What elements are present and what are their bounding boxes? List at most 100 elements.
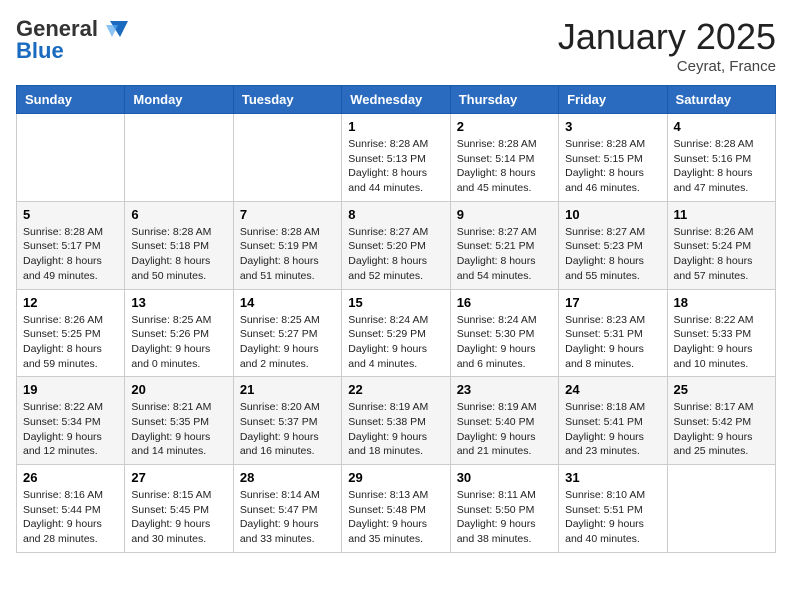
calendar-cell: 10 Sunrise: 8:27 AMSunset: 5:23 PMDayligh… <box>559 201 667 289</box>
calendar-header-row: SundayMondayTuesdayWednesdayThursdayFrid… <box>17 86 776 114</box>
calendar-cell: 16Sunrise: 8:24 AMSunset: 5:30 PMDayligh… <box>450 289 558 377</box>
day-info: Sunrise: 8:27 AMSunset: 5:20 PMDaylight:… <box>348 225 443 284</box>
calendar-table: SundayMondayTuesdayWednesdayThursdayFrid… <box>16 85 776 553</box>
day-number: 7 <box>240 207 335 222</box>
day-info: Sunrise: 8:28 AMSunset: 5:14 PMDaylight:… <box>457 137 552 196</box>
day-number: 19 <box>23 382 118 397</box>
day-info: Sunrise: 8:27 AMSunset: 5:23 PMDaylight:… <box>565 225 660 284</box>
calendar-cell: 9 Sunrise: 8:27 AMSunset: 5:21 PMDaylight… <box>450 201 558 289</box>
day-number: 21 <box>240 382 335 397</box>
day-info: Sunrise: 8:28 AMSunset: 5:19 PMDaylight:… <box>240 225 335 284</box>
day-header-saturday: Saturday <box>667 86 775 114</box>
calendar-cell: 2 Sunrise: 8:28 AMSunset: 5:14 PMDaylight… <box>450 114 558 202</box>
calendar-cell: 15 Sunrise: 8:24 AMSunset: 5:29 PMDayligh… <box>342 289 450 377</box>
day-number: 12 <box>23 295 118 310</box>
day-number: 26 <box>23 470 118 485</box>
calendar-week-row: 19 Sunrise: 8:22 AMSunset: 5:34 PMDayligh… <box>17 377 776 465</box>
day-info: Sunrise: 8:24 AMSunset: 5:30 PMDaylight:… <box>457 313 552 372</box>
day-number: 9 <box>457 207 552 222</box>
day-info: Sunrise: 8:16 AMSunset: 5:44 PMDaylight:… <box>23 488 118 547</box>
day-info: Sunrise: 8:22 AMSunset: 5:34 PMDaylight:… <box>23 400 118 459</box>
calendar-cell: 6Sunrise: 8:28 AMSunset: 5:18 PMDaylight… <box>125 201 233 289</box>
day-info: Sunrise: 8:28 AMSunset: 5:13 PMDaylight:… <box>348 137 443 196</box>
day-header-thursday: Thursday <box>450 86 558 114</box>
calendar-cell: 8Sunrise: 8:27 AMSunset: 5:20 PMDaylight… <box>342 201 450 289</box>
calendar-cell: 14 Sunrise: 8:25 AMSunset: 5:27 PMDayligh… <box>233 289 341 377</box>
day-number: 1 <box>348 119 443 134</box>
day-info: Sunrise: 8:18 AMSunset: 5:41 PMDaylight:… <box>565 400 660 459</box>
title-area: January 2025 Ceyrat, France <box>558 16 776 75</box>
calendar-cell: 4Sunrise: 8:28 AMSunset: 5:16 PMDaylight… <box>667 114 775 202</box>
day-info: Sunrise: 8:13 AMSunset: 5:48 PMDaylight:… <box>348 488 443 547</box>
day-number: 17 <box>565 295 660 310</box>
day-info: Sunrise: 8:23 AMSunset: 5:31 PMDaylight:… <box>565 313 660 372</box>
day-number: 29 <box>348 470 443 485</box>
day-number: 14 <box>240 295 335 310</box>
day-info: Sunrise: 8:28 AMSunset: 5:16 PMDaylight:… <box>674 137 769 196</box>
day-number: 18 <box>674 295 769 310</box>
calendar-cell: 18 Sunrise: 8:22 AMSunset: 5:33 PMDayligh… <box>667 289 775 377</box>
calendar-cell <box>17 114 125 202</box>
day-number: 20 <box>131 382 226 397</box>
day-info: Sunrise: 8:19 AMSunset: 5:38 PMDaylight:… <box>348 400 443 459</box>
day-number: 2 <box>457 119 552 134</box>
calendar-cell: 12Sunrise: 8:26 AMSunset: 5:25 PMDayligh… <box>17 289 125 377</box>
day-number: 13 <box>131 295 226 310</box>
calendar-cell: 31Sunrise: 8:10 AMSunset: 5:51 PMDayligh… <box>559 465 667 553</box>
day-info: Sunrise: 8:24 AMSunset: 5:29 PMDaylight:… <box>348 313 443 372</box>
logo-icon <box>100 17 130 41</box>
calendar-week-row: 26 Sunrise: 8:16 AMSunset: 5:44 PMDayligh… <box>17 465 776 553</box>
day-number: 5 <box>23 207 118 222</box>
day-info: Sunrise: 8:14 AMSunset: 5:47 PMDaylight:… <box>240 488 335 547</box>
day-number: 28 <box>240 470 335 485</box>
day-number: 25 <box>674 382 769 397</box>
day-info: Sunrise: 8:19 AMSunset: 5:40 PMDaylight:… <box>457 400 552 459</box>
calendar-cell: 25 Sunrise: 8:17 AMSunset: 5:42 PMDayligh… <box>667 377 775 465</box>
calendar-cell <box>125 114 233 202</box>
calendar-cell: 24 Sunrise: 8:18 AMSunset: 5:41 PMDayligh… <box>559 377 667 465</box>
day-info: Sunrise: 8:27 AMSunset: 5:21 PMDaylight:… <box>457 225 552 284</box>
calendar-cell: 13 Sunrise: 8:25 AMSunset: 5:26 PMDayligh… <box>125 289 233 377</box>
calendar-cell: 17 Sunrise: 8:23 AMSunset: 5:31 PMDayligh… <box>559 289 667 377</box>
day-info: Sunrise: 8:22 AMSunset: 5:33 PMDaylight:… <box>674 313 769 372</box>
calendar-cell: 7 Sunrise: 8:28 AMSunset: 5:19 PMDaylight… <box>233 201 341 289</box>
calendar-cell: 20 Sunrise: 8:21 AMSunset: 5:35 PMDayligh… <box>125 377 233 465</box>
calendar-cell: 30Sunrise: 8:11 AMSunset: 5:50 PMDayligh… <box>450 465 558 553</box>
page-header: General Blue January 2025 Ceyrat, France <box>16 16 776 75</box>
day-info: Sunrise: 8:28 AMSunset: 5:17 PMDaylight:… <box>23 225 118 284</box>
calendar-cell: 26 Sunrise: 8:16 AMSunset: 5:44 PMDayligh… <box>17 465 125 553</box>
day-number: 15 <box>348 295 443 310</box>
day-info: Sunrise: 8:25 AMSunset: 5:27 PMDaylight:… <box>240 313 335 372</box>
day-info: Sunrise: 8:25 AMSunset: 5:26 PMDaylight:… <box>131 313 226 372</box>
calendar-cell: 29 Sunrise: 8:13 AMSunset: 5:48 PMDayligh… <box>342 465 450 553</box>
day-number: 6 <box>131 207 226 222</box>
day-number: 27 <box>131 470 226 485</box>
calendar-cell: 3 Sunrise: 8:28 AMSunset: 5:15 PMDaylight… <box>559 114 667 202</box>
day-info: Sunrise: 8:20 AMSunset: 5:37 PMDaylight:… <box>240 400 335 459</box>
day-number: 31 <box>565 470 660 485</box>
day-info: Sunrise: 8:26 AMSunset: 5:24 PMDaylight:… <box>674 225 769 284</box>
calendar-cell: 19 Sunrise: 8:22 AMSunset: 5:34 PMDayligh… <box>17 377 125 465</box>
day-info: Sunrise: 8:15 AMSunset: 5:45 PMDaylight:… <box>131 488 226 547</box>
day-number: 11 <box>674 207 769 222</box>
day-number: 24 <box>565 382 660 397</box>
day-header-monday: Monday <box>125 86 233 114</box>
calendar-cell: 23Sunrise: 8:19 AMSunset: 5:40 PMDayligh… <box>450 377 558 465</box>
calendar-week-row: 5 Sunrise: 8:28 AMSunset: 5:17 PMDaylight… <box>17 201 776 289</box>
day-info: Sunrise: 8:21 AMSunset: 5:35 PMDaylight:… <box>131 400 226 459</box>
calendar-cell: 21 Sunrise: 8:20 AMSunset: 5:37 PMDayligh… <box>233 377 341 465</box>
calendar-cell: 28 Sunrise: 8:14 AMSunset: 5:47 PMDayligh… <box>233 465 341 553</box>
logo: General Blue <box>16 16 130 64</box>
calendar-cell: 11 Sunrise: 8:26 AMSunset: 5:24 PMDayligh… <box>667 201 775 289</box>
calendar-week-row: 1 Sunrise: 8:28 AMSunset: 5:13 PMDaylight… <box>17 114 776 202</box>
day-info: Sunrise: 8:17 AMSunset: 5:42 PMDaylight:… <box>674 400 769 459</box>
calendar-cell <box>667 465 775 553</box>
day-header-friday: Friday <box>559 86 667 114</box>
day-number: 10 <box>565 207 660 222</box>
day-info: Sunrise: 8:11 AMSunset: 5:50 PMDaylight:… <box>457 488 552 547</box>
calendar-cell: 27 Sunrise: 8:15 AMSunset: 5:45 PMDayligh… <box>125 465 233 553</box>
day-number: 3 <box>565 119 660 134</box>
day-number: 22 <box>348 382 443 397</box>
day-info: Sunrise: 8:28 AMSunset: 5:15 PMDaylight:… <box>565 137 660 196</box>
logo-blue-text: Blue <box>16 38 64 64</box>
